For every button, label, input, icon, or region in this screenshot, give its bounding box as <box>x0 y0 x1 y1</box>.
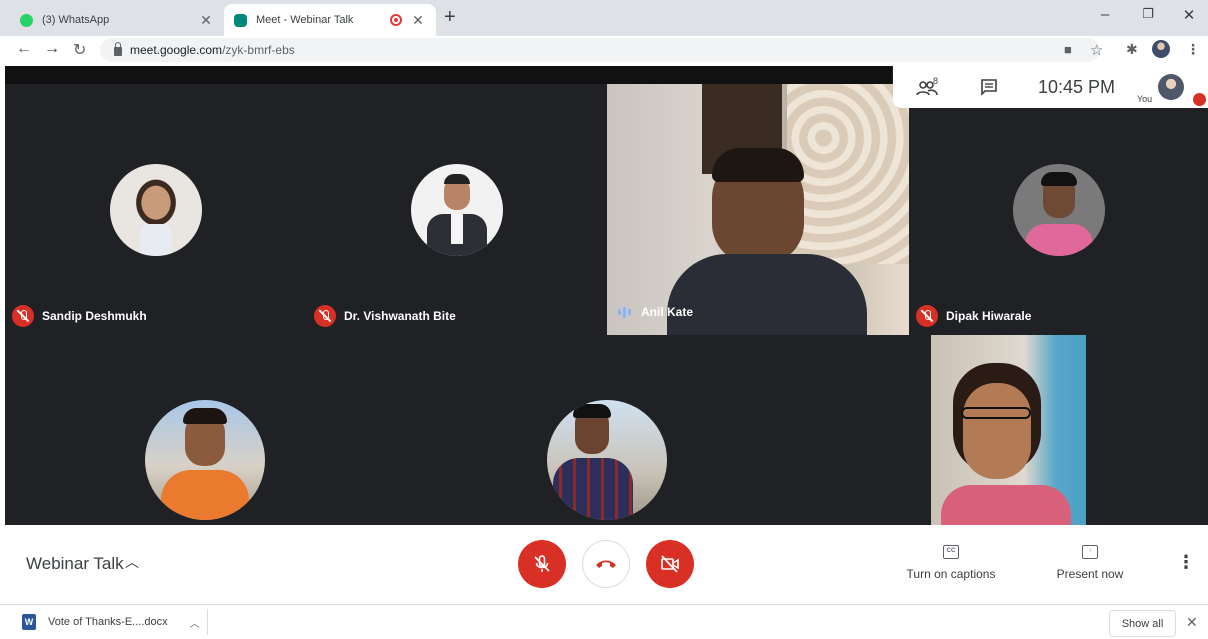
minimize-icon[interactable]: – <box>1093 6 1117 23</box>
forward-icon[interactable]: → <box>44 40 60 58</box>
avatar <box>547 400 667 520</box>
participant-video <box>607 84 909 335</box>
camera-off-icon <box>661 555 679 573</box>
close-tab-icon[interactable]: ✕ <box>410 12 426 29</box>
avatar <box>145 400 265 520</box>
meeting-clock: 10:45 PM <box>1038 77 1116 97</box>
mic-off-icon <box>12 305 34 327</box>
people-icon[interactable] <box>916 79 942 102</box>
participant-video <box>931 335 1086 525</box>
chevron-up-icon[interactable]: ︿ <box>125 552 139 572</box>
extensions-icon[interactable]: ✱ <box>1126 41 1138 58</box>
stage-top-strip <box>5 66 892 84</box>
reload-icon[interactable]: ↻ <box>73 40 86 60</box>
google-meet-icon <box>234 13 247 27</box>
close-tab-icon[interactable]: ✕ <box>198 12 214 29</box>
browser-menu-icon[interactable]: ⋮ <box>1186 41 1200 58</box>
tab-title: Meet - Webinar Talk <box>256 14 354 26</box>
camera-permission-icon[interactable]: ■ <box>1064 42 1072 57</box>
tab-whatsapp[interactable]: (3) WhatsApp ✕ <box>10 4 224 36</box>
chat-icon[interactable] <box>980 78 998 101</box>
whatsapp-icon <box>20 13 33 27</box>
present-icon: ↑ <box>1082 545 1098 559</box>
self-label: You <box>1137 94 1153 104</box>
participant-name: Sandip Deshmukh <box>42 309 147 323</box>
chevron-up-icon[interactable]: ︿ <box>190 615 200 630</box>
show-all-button[interactable]: Show all <box>1109 610 1176 637</box>
recording-icon <box>390 14 402 26</box>
participant-name: Dr. Vishwanath Bite <box>344 309 456 323</box>
present-label: Present now <box>1056 567 1124 581</box>
window-close-icon[interactable]: ✕ <box>1177 6 1201 24</box>
restore-icon[interactable]: ❐ <box>1136 6 1160 22</box>
participant-name-row: Sandip Deshmukh <box>12 305 147 327</box>
mic-off-icon <box>314 305 336 327</box>
mic-off-icon <box>916 305 938 327</box>
avatar <box>1013 164 1105 256</box>
close-shelf-icon[interactable]: ✕ <box>1186 614 1198 631</box>
captions-label: Turn on captions <box>906 567 996 581</box>
participant-name: Anil Kate <box>641 305 694 319</box>
speaking-indicator-icon <box>618 306 631 318</box>
profile-avatar[interactable] <box>1152 40 1170 58</box>
self-avatar <box>1158 74 1184 100</box>
address-bar[interactable]: meet.google.com/zyk-bmrf-ebs <box>100 38 1100 62</box>
avatar <box>110 164 202 256</box>
bookmark-star-icon[interactable]: ☆ <box>1090 41 1103 59</box>
toggle-microphone-button[interactable] <box>518 540 566 588</box>
participant-name-row: Dr. Vishwanath Bite <box>314 305 456 327</box>
participant-count: 8 <box>933 76 939 86</box>
captions-button[interactable]: CC Turn on captions <box>896 545 1006 581</box>
lock-icon <box>114 41 122 56</box>
present-now-button[interactable]: ↑ Present now <box>1035 545 1145 581</box>
self-mic-off-icon <box>1193 93 1206 106</box>
back-icon[interactable]: ← <box>16 40 32 58</box>
participant-name-row: Anil Kate <box>618 305 693 319</box>
hang-up-icon <box>596 560 616 568</box>
download-item[interactable]: W Vote of Thanks-E....docx ︿ <box>8 609 208 635</box>
more-options-icon[interactable]: ⋮ <box>1177 552 1195 573</box>
participant-name: Dipak Hiwarale <box>946 309 1032 323</box>
toggle-camera-button[interactable] <box>646 540 694 588</box>
avatar <box>411 164 503 256</box>
captions-icon: CC <box>943 545 959 559</box>
new-tab-button[interactable]: + <box>444 6 456 29</box>
mic-off-icon <box>534 555 550 572</box>
download-file-name: Vote of Thanks-E....docx <box>48 616 168 628</box>
url-path: /zyk-bmrf-ebs <box>222 43 295 57</box>
tab-title: (3) WhatsApp <box>42 14 110 26</box>
word-document-icon: W <box>22 614 36 630</box>
tab-meet[interactable]: Meet - Webinar Talk ✕ <box>224 4 436 36</box>
participant-name-row: Dipak Hiwarale <box>916 305 1031 327</box>
url-domain: meet.google.com <box>130 43 223 57</box>
leave-call-button[interactable] <box>582 540 630 588</box>
meeting-title[interactable]: Webinar Talk <box>26 554 124 574</box>
